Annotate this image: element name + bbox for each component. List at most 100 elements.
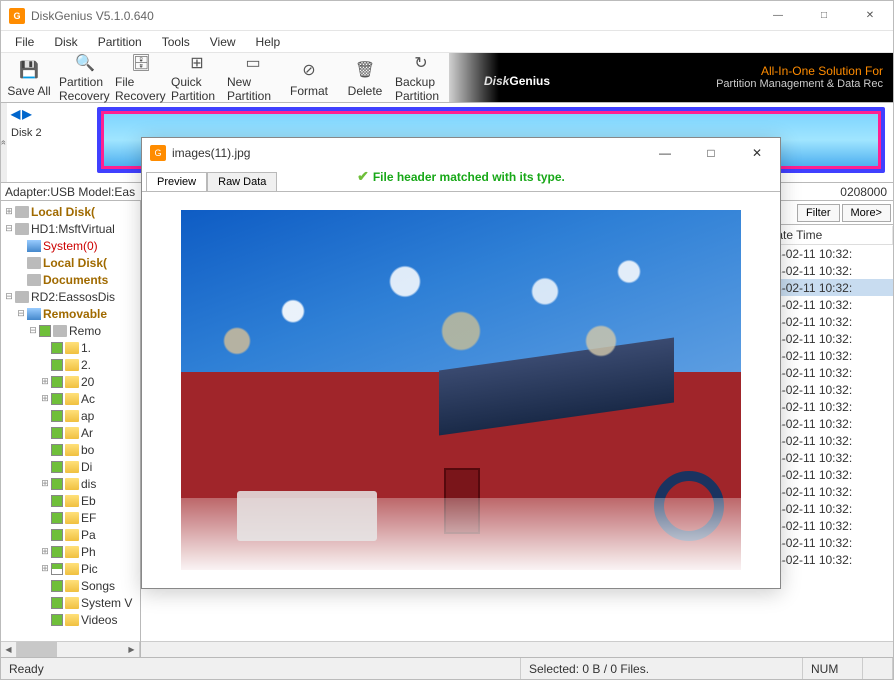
tree-item[interactable]: Ph [1, 543, 140, 560]
expand-icon[interactable] [27, 325, 39, 336]
tree-item[interactable]: Documents [1, 271, 140, 288]
menu-bar: FileDiskPartitionToolsViewHelp [1, 31, 893, 53]
next-disk-icon[interactable]: ▶ [22, 107, 31, 121]
close-button[interactable]: ✕ [847, 1, 893, 31]
expand-icon[interactable] [3, 206, 15, 217]
expand-icon[interactable] [39, 393, 51, 404]
checkbox[interactable] [51, 410, 63, 422]
tree-item[interactable]: HD1:MsftVirtual [1, 220, 140, 237]
checkbox[interactable] [51, 376, 63, 388]
checkbox[interactable] [51, 495, 63, 507]
checkbox[interactable] [51, 580, 63, 592]
toolbar-file-recovery[interactable]: 🗄File Recovery [113, 53, 169, 102]
tree-item[interactable]: Videos [1, 611, 140, 628]
tree-item[interactable]: Removable [1, 305, 140, 322]
expand-icon[interactable] [15, 308, 27, 319]
dialog-maximize-button[interactable]: □ [688, 138, 734, 168]
tree-item[interactable]: RD2:EassosDis [1, 288, 140, 305]
checkbox[interactable] [51, 427, 63, 439]
toolbar-new-partition[interactable]: ▭New Partition [225, 53, 281, 102]
status-num: NUM [803, 658, 863, 679]
tree-item[interactable]: Ar [1, 424, 140, 441]
tree-item[interactable]: Remo [1, 322, 140, 339]
checkbox[interactable] [51, 342, 63, 354]
menu-disk[interactable]: Disk [44, 33, 87, 51]
toolbar: 💾Save All🔍Partition Recovery🗄File Recove… [1, 53, 893, 103]
expand-icon[interactable] [39, 376, 51, 387]
toolbar-partition-recovery[interactable]: 🔍Partition Recovery [57, 53, 113, 102]
dialog-title: images(11).jpg [172, 146, 250, 160]
dialog-app-icon: G [150, 145, 166, 161]
checkbox[interactable] [51, 563, 63, 575]
checkbox[interactable] [51, 393, 63, 405]
menu-help[interactable]: Help [246, 33, 291, 51]
menu-partition[interactable]: Partition [88, 33, 152, 51]
dialog-minimize-button[interactable]: — [642, 138, 688, 168]
checkbox[interactable] [51, 512, 63, 524]
tree-item[interactable]: 2. [1, 356, 140, 373]
window-title: DiskGenius V5.1.0.640 [31, 9, 154, 23]
toolbar-icon: 🗑 [353, 58, 377, 82]
toolbar-format[interactable]: ⊘Format [281, 53, 337, 102]
tree-horizontal-scrollbar[interactable]: ◀▶ [1, 641, 140, 657]
tree-item[interactable]: Pic [1, 560, 140, 577]
expand-icon[interactable] [3, 223, 15, 234]
checkbox[interactable] [51, 478, 63, 490]
tree-item[interactable]: System V [1, 594, 140, 611]
checkbox[interactable] [51, 546, 63, 558]
tree-item[interactable]: Eb [1, 492, 140, 509]
checkbox[interactable] [51, 461, 63, 473]
tree-item[interactable]: Local Disk( [1, 254, 140, 271]
folder-icon [65, 342, 79, 354]
toolbar-icon: ⊘ [297, 58, 321, 82]
checkbox[interactable] [51, 529, 63, 541]
more-button[interactable]: More> [842, 204, 892, 222]
tree-item[interactable]: 1. [1, 339, 140, 356]
checkbox[interactable] [51, 444, 63, 456]
checkbox[interactable] [51, 614, 63, 626]
dialog-title-bar: G images(11).jpg — □ ✕ [142, 138, 780, 168]
folder-icon [65, 444, 79, 456]
status-bar: Ready Selected: 0 B / 0 Files. NUM [1, 657, 893, 679]
toolbar-backup-partition[interactable]: ↻Backup Partition [393, 53, 449, 102]
title-bar: G DiskGenius V5.1.0.640 — □ ✕ [1, 1, 893, 31]
checkbox[interactable] [51, 359, 63, 371]
tree-item[interactable]: Ac [1, 390, 140, 407]
checkbox[interactable] [51, 597, 63, 609]
expand-icon[interactable] [3, 291, 15, 302]
toolbar-delete[interactable]: 🗑Delete [337, 53, 393, 102]
disk-icon [27, 274, 41, 286]
toolbar-quick-partition[interactable]: ⊞Quick Partition [169, 53, 225, 102]
volume-icon [27, 308, 41, 320]
file-list-horizontal-scrollbar[interactable] [141, 641, 893, 657]
tree-item[interactable]: Songs [1, 577, 140, 594]
tree-item[interactable]: System(0) [1, 237, 140, 254]
tree-item[interactable]: bo [1, 441, 140, 458]
directory-tree[interactable]: Local Disk(HD1:MsftVirtualSystem(0)Local… [1, 201, 140, 641]
tree-item[interactable]: ap [1, 407, 140, 424]
toolbar-save-all[interactable]: 💾Save All [1, 53, 57, 102]
expand-icon[interactable] [39, 546, 51, 557]
tree-item[interactable]: Local Disk( [1, 203, 140, 220]
tree-item[interactable]: 20 [1, 373, 140, 390]
menu-view[interactable]: View [200, 33, 246, 51]
maximize-button[interactable]: □ [801, 1, 847, 31]
dialog-close-button[interactable]: ✕ [734, 138, 780, 168]
tree-item[interactable]: Di [1, 458, 140, 475]
tree-item[interactable]: EF [1, 509, 140, 526]
prev-disk-icon[interactable]: ◀ [11, 107, 20, 121]
expand-icon[interactable] [39, 563, 51, 574]
tree-item[interactable]: dis [1, 475, 140, 492]
tree-item[interactable]: Pa [1, 526, 140, 543]
expand-icon[interactable] [39, 478, 51, 489]
checkbox[interactable] [39, 325, 51, 337]
menu-tools[interactable]: Tools [152, 33, 200, 51]
menu-file[interactable]: File [5, 33, 44, 51]
minimize-button[interactable]: — [755, 1, 801, 31]
brand-banner: DiskGenius All-In-One Solution For Parti… [449, 53, 893, 102]
folder-icon [65, 614, 79, 626]
filter-button[interactable]: Filter [797, 204, 839, 222]
toolbar-icon: 💾 [17, 58, 41, 82]
app-icon: G [9, 8, 25, 24]
preview-dialog: G images(11).jpg — □ ✕ File header match… [141, 137, 781, 589]
